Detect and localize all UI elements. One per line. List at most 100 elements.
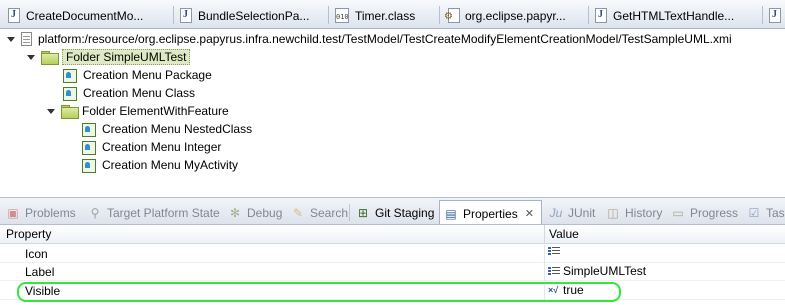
- search-icon: ✎: [292, 205, 304, 220]
- tree-item-label: Creation Menu Class: [83, 86, 196, 100]
- creation-menu-icon: [62, 68, 77, 83]
- tab-properties[interactable]: ▤ Properties ✕: [439, 200, 542, 224]
- tree-root-row[interactable]: platform:/resource/org.eclipse.papyrus.i…: [7, 30, 732, 48]
- java-file-icon: [180, 8, 192, 23]
- tab-label: Task: [766, 205, 785, 220]
- folder-icon: [41, 51, 59, 65]
- property-name: Label: [25, 265, 55, 279]
- editor-tab[interactable]: BundleSelectionPa...: [174, 3, 329, 28]
- tree-folder-elementwithfeature[interactable]: Folder ElementWithFeature: [47, 102, 229, 120]
- manifest-file-icon: [444, 8, 460, 23]
- expand-arrow-icon[interactable]: [27, 54, 35, 60]
- tree-item-label: Creation Menu Package: [83, 68, 212, 82]
- column-separator: [544, 282, 545, 300]
- list-icon: [548, 246, 560, 256]
- expand-arrow-icon[interactable]: [47, 108, 55, 114]
- editor-tab-label: org.eclipse.papyr...: [465, 8, 566, 23]
- creation-menu-icon: [81, 122, 96, 137]
- tree-item[interactable]: Creation Menu Class: [62, 84, 195, 102]
- property-value-text: SimpleUMLTest: [563, 264, 647, 278]
- tab-junit[interactable]: Ju JUnit: [545, 201, 596, 224]
- properties-header: Property Value: [0, 225, 785, 244]
- java-file-icon: [595, 8, 607, 23]
- view-tab-strip: ▣ Problems ⚲ Target Platform State ✻ Deb…: [0, 197, 785, 225]
- column-header-property[interactable]: Property: [6, 227, 51, 241]
- editor-tab-label: GetHTMLTextHandle...: [613, 8, 735, 23]
- tab-label: Properties: [463, 206, 518, 221]
- property-value[interactable]: SimpleUMLTest: [548, 264, 646, 278]
- column-separator[interactable]: [544, 225, 545, 244]
- class-file-icon: [335, 8, 349, 23]
- column-separator: [544, 245, 545, 263]
- tree-item[interactable]: Creation Menu NestedClass: [81, 120, 252, 138]
- creation-menu-icon: [81, 158, 96, 173]
- tab-tasks[interactable]: ☑ Task: [743, 201, 785, 224]
- properties-icon: ▤: [445, 206, 457, 221]
- target-icon: ⚲: [90, 205, 100, 220]
- tab-debug[interactable]: ✻ Debug: [224, 201, 282, 224]
- tab-label: Progress: [690, 205, 739, 220]
- table-row[interactable]: Label SimpleUMLTest: [0, 263, 785, 281]
- tree-folder-simpleumltest[interactable]: Folder SimpleUMLTest: [27, 48, 191, 66]
- problems-icon: ▣: [7, 205, 19, 220]
- creation-menu-icon: [81, 140, 96, 155]
- properties-table: Property Value Icon Label SimpleUMLTest …: [0, 225, 785, 305]
- property-value[interactable]: [548, 246, 563, 256]
- tab-label: Git Staging: [375, 205, 435, 220]
- editor-tab-label: CreateDocumentMo...: [26, 8, 144, 23]
- editor-tab[interactable]: org.eclipse.papyr...: [440, 3, 589, 28]
- list-icon: [548, 266, 560, 276]
- tab-label: JUnit: [568, 205, 596, 220]
- property-value[interactable]: ×√ true: [548, 283, 584, 297]
- tab-label: History: [625, 205, 663, 220]
- progress-icon: ▭: [672, 205, 684, 220]
- table-row[interactable]: Visible ×√ true: [0, 282, 785, 300]
- expand-arrow-icon[interactable]: [7, 36, 15, 42]
- close-icon[interactable]: ✕: [525, 207, 534, 220]
- tab-label: Target Platform State: [107, 205, 220, 220]
- editor-tab[interactable]: Timer.class: [329, 3, 440, 28]
- tab-problems[interactable]: ▣ Problems: [2, 201, 76, 224]
- creation-menu-icon: [62, 86, 77, 101]
- history-icon: ◫: [607, 205, 619, 220]
- editor-tab-overflow[interactable]: [763, 3, 785, 28]
- tab-progress[interactable]: ▭ Progress: [667, 201, 738, 224]
- tab-search[interactable]: ✎ Search: [287, 201, 348, 224]
- java-file-icon: [8, 8, 20, 23]
- tab-git-staging[interactable]: ⊞ Git Staging: [352, 201, 434, 224]
- tree-item[interactable]: Creation Menu Package: [62, 66, 212, 84]
- tab-label: Search: [310, 205, 349, 220]
- tree-item-label: Folder ElementWithFeature: [82, 104, 229, 118]
- tree-item[interactable]: Creation Menu Integer: [81, 138, 221, 156]
- tree-item-label: Creation Menu Integer: [102, 140, 222, 154]
- boolean-icon: ×√: [548, 285, 559, 295]
- resource-file-icon: [21, 32, 32, 46]
- tab-history[interactable]: ◫ History: [602, 201, 662, 224]
- tab-separator: [349, 204, 350, 221]
- tab-label: Problems: [25, 205, 76, 220]
- tree-item-label: Creation Menu NestedClass: [102, 122, 253, 136]
- editor-tab[interactable]: GetHTMLTextHandle...: [589, 3, 763, 28]
- tasks-icon: ☑: [748, 205, 760, 220]
- editor-tab-strip: CreateDocumentMo... BundleSelectionPa...…: [0, 0, 785, 29]
- folder-icon: [61, 105, 79, 119]
- tree-item-label: Creation Menu MyActivity: [102, 158, 239, 172]
- tab-label: Debug: [247, 205, 283, 220]
- debug-icon: ✻: [229, 205, 241, 220]
- model-tree: platform:/resource/org.eclipse.papyrus.i…: [0, 29, 785, 193]
- editor-tab-label: BundleSelectionPa...: [198, 8, 310, 23]
- git-staging-icon: ⊞: [357, 205, 369, 220]
- property-name: Visible: [25, 284, 61, 298]
- property-value-text: true: [563, 283, 584, 297]
- property-name: Icon: [25, 247, 48, 261]
- editor-tab-label: Timer.class: [355, 8, 416, 23]
- junit-icon: Ju: [549, 205, 563, 220]
- tree-item-label: Folder SimpleUMLTest: [62, 49, 191, 65]
- column-separator: [544, 263, 545, 281]
- table-row[interactable]: Icon: [0, 245, 785, 263]
- tree-root-label: platform:/resource/org.eclipse.papyrus.i…: [38, 32, 732, 46]
- tree-item[interactable]: Creation Menu MyActivity: [81, 156, 238, 174]
- tab-target-platform-state[interactable]: ⚲ Target Platform State: [84, 201, 220, 224]
- editor-tab[interactable]: CreateDocumentMo...: [2, 3, 174, 28]
- column-header-value[interactable]: Value: [549, 227, 579, 241]
